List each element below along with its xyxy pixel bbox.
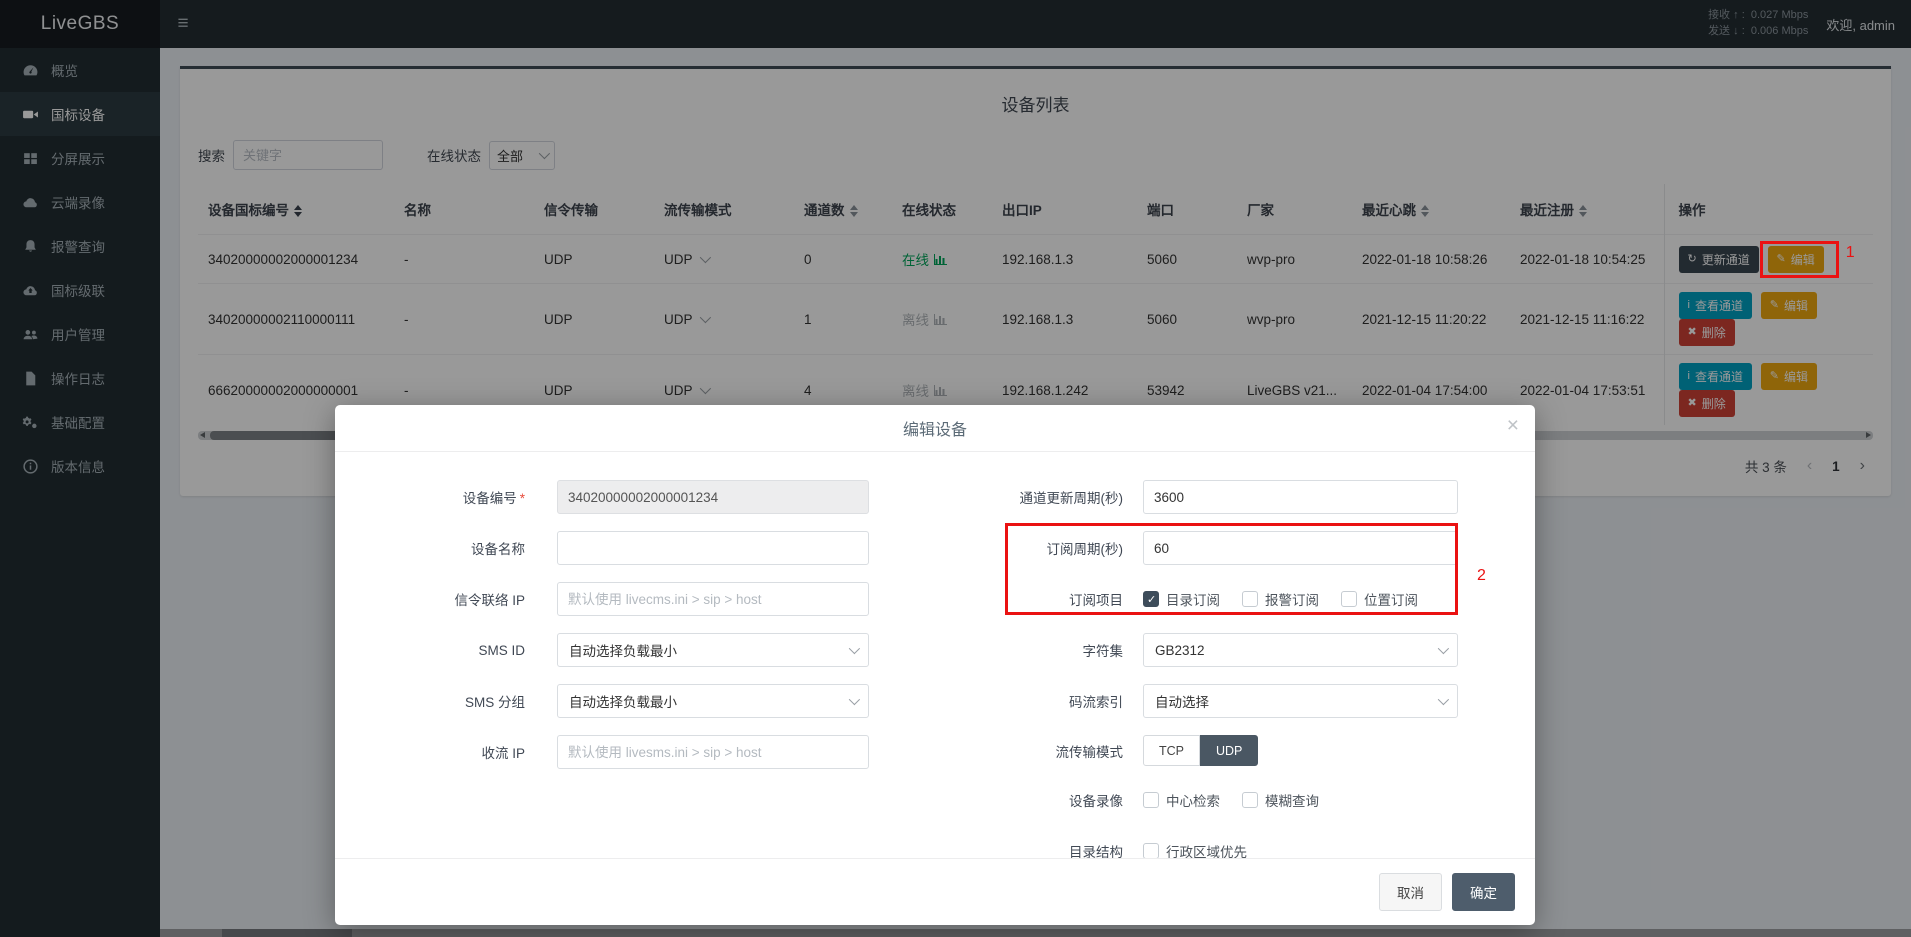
- checkbox-icon[interactable]: [1242, 591, 1258, 607]
- modal-left-column: 设备编号* 设备名称 信令联络 IP SMS ID 自动选择负载最小 SMS 分…: [335, 480, 935, 885]
- cancel-button[interactable]: 取消: [1379, 873, 1442, 911]
- subscribe-section: 订阅周期(秒) 订阅项目 目录订阅 报警订阅 位置订阅 2: [935, 531, 1535, 616]
- sip-contact-ip-field[interactable]: [557, 582, 869, 616]
- modal-title: 编辑设备: [903, 416, 967, 440]
- device-name-field[interactable]: [557, 531, 869, 565]
- device-id-label: 设备编号*: [335, 487, 525, 507]
- close-icon[interactable]: ×: [1507, 415, 1519, 436]
- device-id-field: [557, 480, 869, 514]
- checkbox-icon[interactable]: [1143, 591, 1159, 607]
- chevron-down-icon: [1438, 694, 1449, 705]
- device-record-group: 中心检索 模糊查询: [1143, 783, 1458, 817]
- fuzzy-query-checkbox[interactable]: 模糊查询: [1242, 790, 1319, 810]
- udp-toggle-button[interactable]: UDP: [1200, 735, 1258, 766]
- modal-body: 设备编号* 设备名称 信令联络 IP SMS ID 自动选择负载最小 SMS 分…: [335, 452, 1535, 885]
- tcp-toggle-button[interactable]: TCP: [1143, 735, 1200, 766]
- ok-button[interactable]: 确定: [1452, 873, 1515, 911]
- charset-select[interactable]: GB2312: [1143, 633, 1458, 667]
- catalog-subscribe-checkbox[interactable]: 目录订阅: [1143, 589, 1220, 609]
- stream-index-label: 码流索引: [935, 691, 1123, 711]
- chevron-down-icon: [1438, 643, 1449, 654]
- annotation-number-2: 2: [1477, 567, 1486, 585]
- subscribe-period-label: 订阅周期(秒): [935, 538, 1123, 558]
- sms-id-select[interactable]: 自动选择负载最小: [557, 633, 869, 667]
- device-name-label: 设备名称: [335, 538, 525, 558]
- modal-footer: 取消 确定: [335, 858, 1535, 925]
- subscribe-period-field[interactable]: [1143, 531, 1458, 565]
- required-asterisk: *: [520, 491, 525, 506]
- checkbox-icon[interactable]: [1143, 792, 1159, 808]
- recv-ip-label: 收流 IP: [335, 742, 525, 762]
- sip-contact-ip-label: 信令联络 IP: [335, 589, 525, 609]
- modal-right-column: 通道更新周期(秒) 订阅周期(秒) 订阅项目 目录订阅 报警订阅 位置订阅: [935, 480, 1535, 885]
- modal-header: 编辑设备 ×: [335, 405, 1535, 452]
- charset-label: 字符集: [935, 640, 1123, 660]
- chevron-down-icon: [849, 643, 860, 654]
- device-record-label: 设备录像: [935, 790, 1123, 810]
- stream-mode-toggle: TCP UDP: [1143, 735, 1258, 766]
- subscribe-items-group: 目录订阅 报警订阅 位置订阅: [1143, 582, 1458, 616]
- recv-ip-field[interactable]: [557, 735, 869, 769]
- stream-index-select[interactable]: 自动选择: [1143, 684, 1458, 718]
- channel-refresh-field[interactable]: [1143, 480, 1458, 514]
- edit-device-modal: 编辑设备 × 设备编号* 设备名称 信令联络 IP SMS ID 自动选择负载最…: [335, 405, 1535, 925]
- checkbox-icon[interactable]: [1341, 591, 1357, 607]
- alarm-subscribe-checkbox[interactable]: 报警订阅: [1242, 589, 1319, 609]
- chevron-down-icon: [849, 694, 860, 705]
- center-search-checkbox[interactable]: 中心检索: [1143, 790, 1220, 810]
- sms-id-label: SMS ID: [335, 643, 525, 658]
- sms-group-label: SMS 分组: [335, 691, 525, 711]
- position-subscribe-checkbox[interactable]: 位置订阅: [1341, 589, 1418, 609]
- annotation-number-1: 1: [1846, 244, 1855, 262]
- channel-refresh-label: 通道更新周期(秒): [935, 487, 1123, 507]
- checkbox-icon[interactable]: [1242, 792, 1258, 808]
- sms-group-select[interactable]: 自动选择负载最小: [557, 684, 869, 718]
- subscribe-items-label: 订阅项目: [935, 589, 1123, 609]
- stream-mode-label: 流传输模式: [935, 741, 1123, 761]
- checkbox-icon[interactable]: [1143, 843, 1159, 859]
